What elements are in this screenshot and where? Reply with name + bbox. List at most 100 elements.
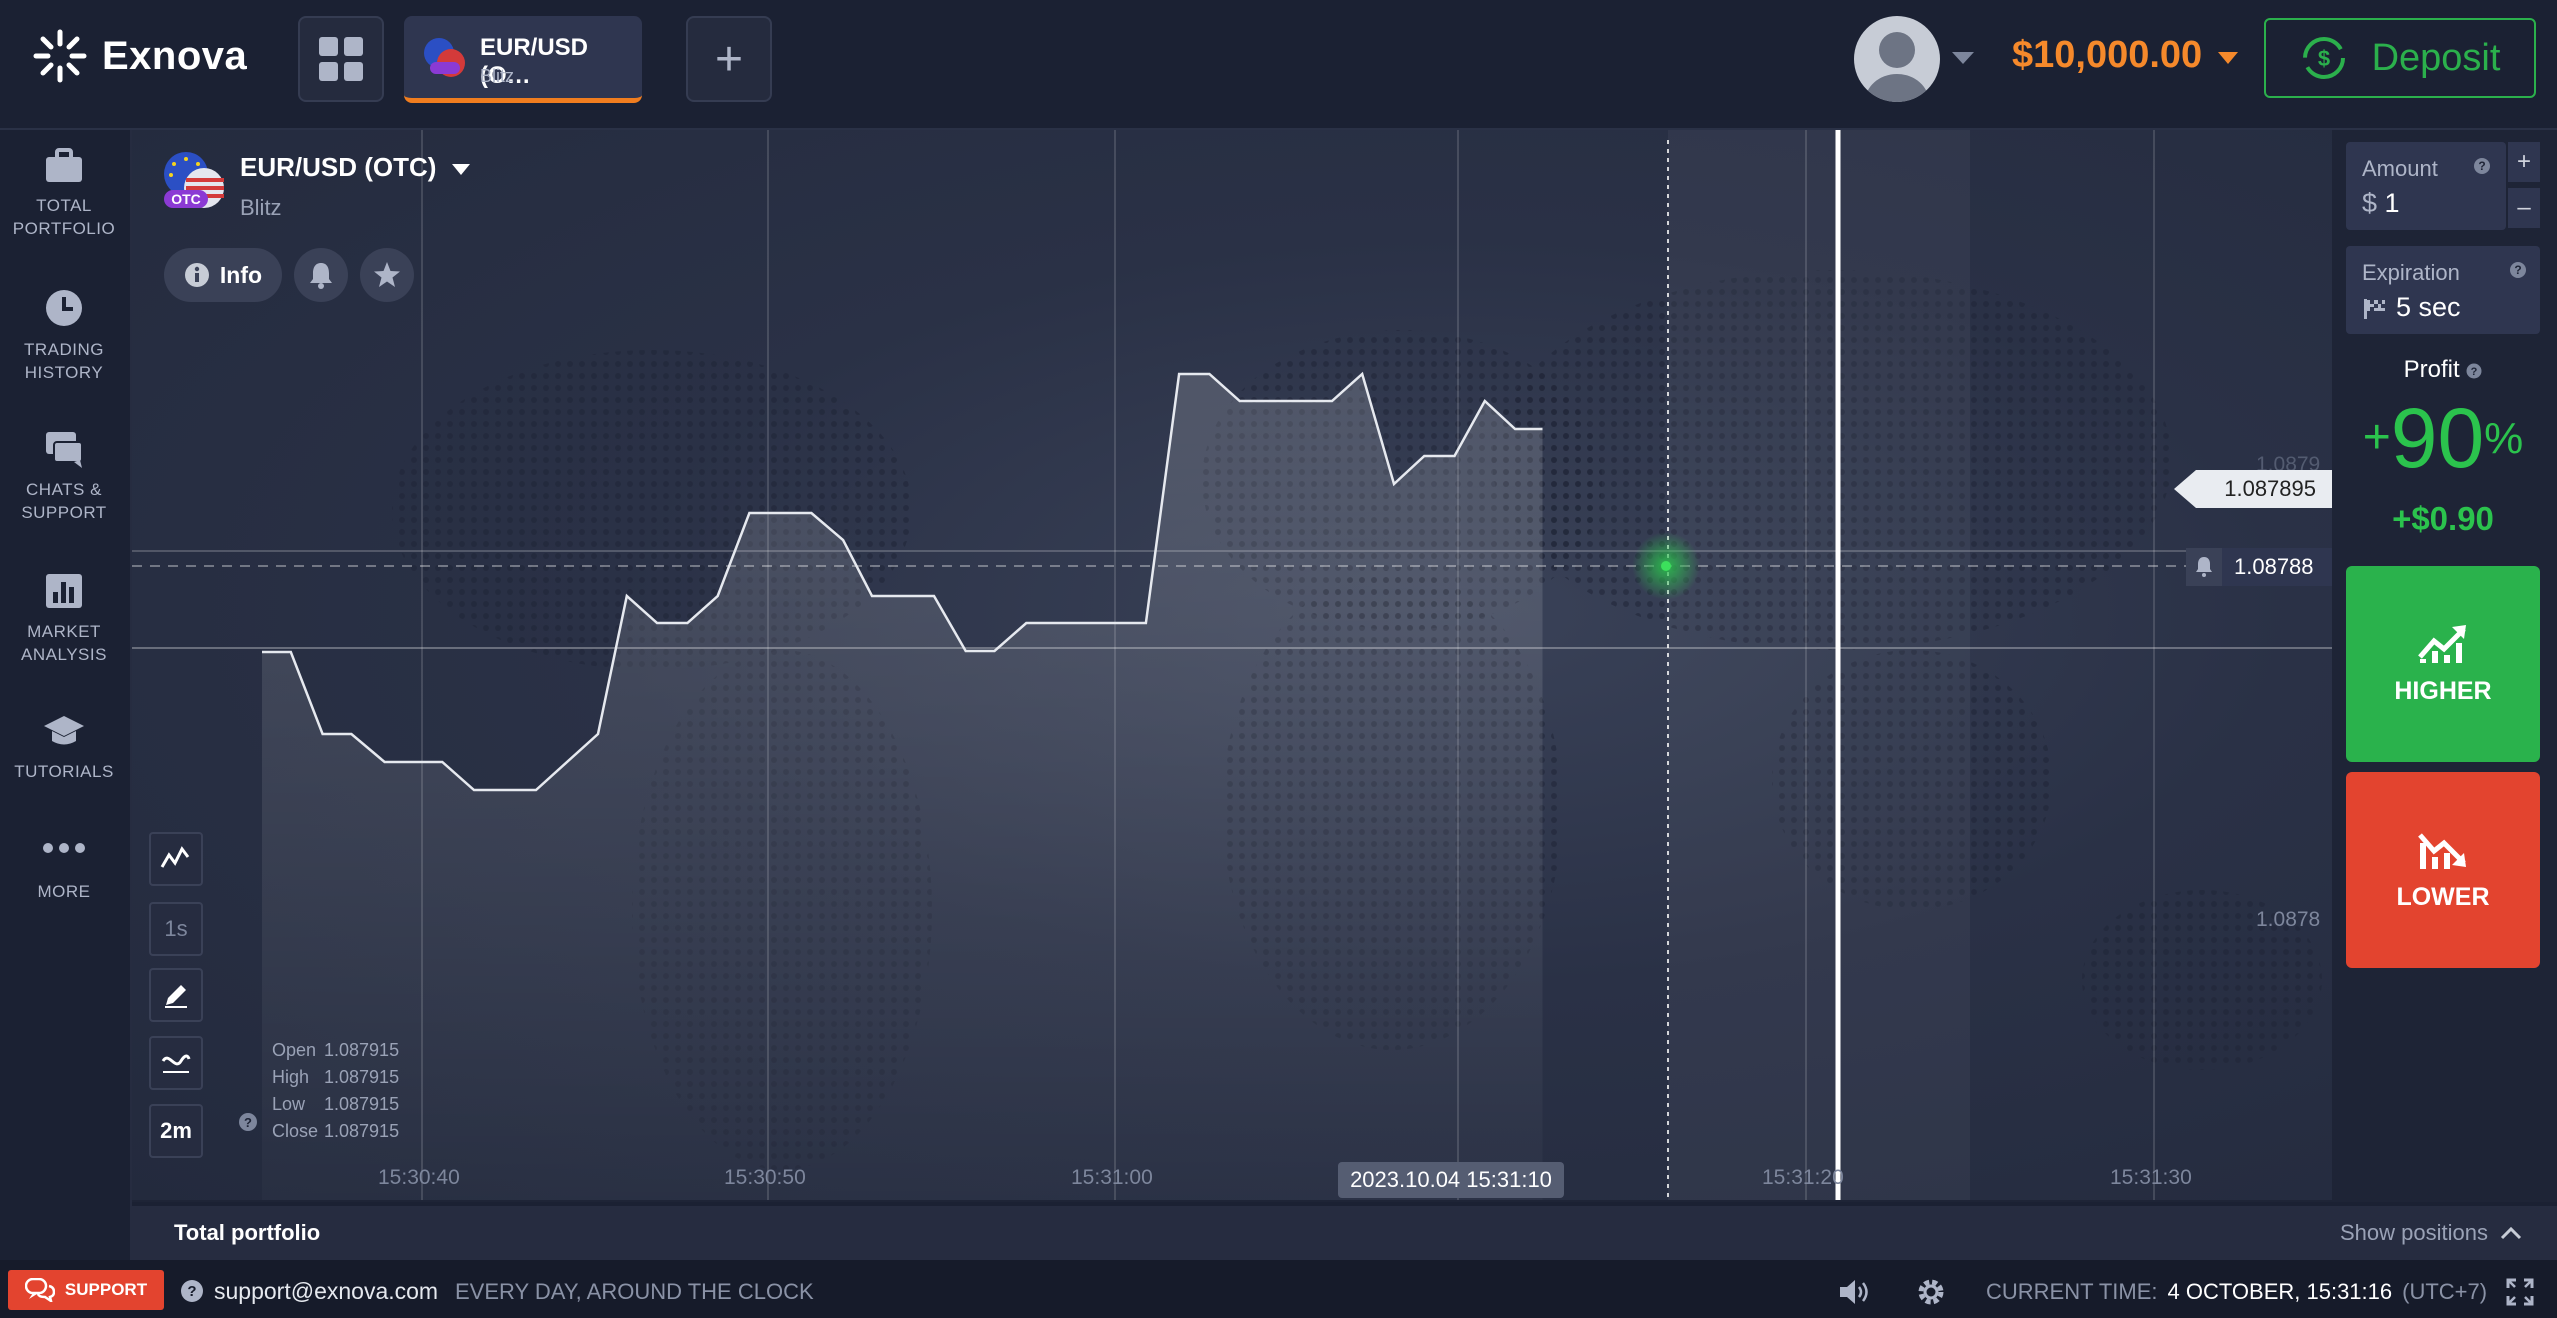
expiration-value: 5 sec (2396, 292, 2461, 322)
sound-icon[interactable] (1838, 1278, 1872, 1306)
period-button[interactable]: 2m (149, 1104, 203, 1158)
sidebar-item-chats-support[interactable]: CHATS & SUPPORT (0, 430, 128, 524)
timezone: (UTC+7) (2402, 1279, 2488, 1304)
svg-text:?: ? (2471, 366, 2478, 378)
support-email[interactable]: support@exnova.com (214, 1278, 438, 1305)
star-icon (374, 262, 400, 287)
sidebar-item-market-analysis[interactable]: MARKET ANALYSIS (0, 572, 128, 666)
profit-percent: +90% (2346, 390, 2540, 487)
profit-amount: +$0.90 (2392, 500, 2494, 537)
account-balance[interactable]: $10,000.00 (2012, 34, 2202, 77)
line-chart-type-icon (160, 846, 190, 868)
lower-label: LOWER (2396, 882, 2490, 911)
amount-label: Amount (2362, 156, 2438, 181)
balance-chevron-down-icon[interactable] (2218, 52, 2238, 65)
amount-increase-button[interactable]: + (2508, 142, 2540, 182)
user-avatar[interactable] (1854, 16, 1940, 102)
asset-flag-icon[interactable]: OTC (162, 150, 224, 217)
brand-logo[interactable]: Exnova (32, 28, 247, 84)
portfolio-bar[interactable]: Total portfolio Show positions (132, 1202, 2557, 1262)
trend-down-icon (2418, 832, 2466, 869)
chart-type-button[interactable] (149, 832, 203, 886)
ohlc-open-value: 1.087915 (324, 1040, 400, 1060)
y-tick-label: 1.0878 (2256, 908, 2321, 931)
asset-selector[interactable]: EUR/USD (OTC) (240, 152, 470, 183)
sidebar-label-line1: MORE (37, 882, 91, 901)
higher-label: HIGHER (2394, 676, 2492, 705)
asset-chevron-down-icon (451, 164, 470, 175)
fullscreen-icon[interactable] (2506, 1278, 2534, 1306)
price-chart[interactable] (132, 130, 2332, 1200)
more-dots-icon (43, 843, 85, 853)
timeframe-button[interactable]: 1s (149, 902, 203, 956)
eur-usd-flag-icon (424, 38, 465, 77)
show-positions-label: Show positions (2340, 1220, 2488, 1245)
sidebar-label-line1: CHATS & (26, 480, 102, 499)
sidebar-item-total-portfolio[interactable]: TOTAL PORTFOLIO (0, 148, 128, 240)
crosshair-time-badge: 2023.10.04 15:31:10 (1338, 1162, 1564, 1198)
amount-help-icon[interactable]: ? (2474, 158, 2490, 174)
higher-button[interactable]: HIGHER (2346, 566, 2540, 762)
sidebar-item-trading-history[interactable]: TRADING HISTORY (0, 288, 128, 384)
expiration-label: Expiration (2362, 260, 2460, 285)
current-time: CURRENT TIME: 4 OCTOBER, 15:31:16 (UTC+7… (1986, 1279, 2487, 1305)
assets-grid-button[interactable] (298, 16, 384, 102)
amount-field[interactable]: Amount ? $ 1 (2346, 142, 2506, 230)
support-hours: EVERY DAY, AROUND THE CLOCK (455, 1279, 814, 1304)
profile-chevron-down-icon[interactable] (1952, 52, 1974, 66)
otc-badge: OTC (171, 191, 201, 207)
sidebar-item-tutorials[interactable]: TUTORIALS (0, 714, 128, 783)
bell-icon (310, 263, 332, 289)
x-tick-label: 15:31:20 (1762, 1166, 1844, 1189)
asset-tab-active[interactable]: EUR/USD (O… Blitz (404, 16, 642, 103)
support-button[interactable]: SUPPORT (8, 1270, 164, 1310)
sidebar-label-line2: HISTORY (24, 363, 104, 382)
current-price-tag: 1.087895 (2174, 470, 2332, 508)
deposit-label: Deposit (2371, 36, 2501, 79)
current-time-label: CURRENT TIME: (1986, 1279, 2158, 1304)
clock-icon (46, 290, 82, 326)
price-alert-button[interactable] (294, 248, 348, 302)
svg-text:?: ? (187, 1283, 196, 1300)
deposit-button[interactable]: $ Deposit (2264, 18, 2536, 98)
info-button[interactable]: Info (164, 248, 282, 302)
amount-decrease-button[interactable]: – (2508, 188, 2540, 228)
profit-pct-value: 90 (2390, 391, 2485, 485)
alert-bell-icon (2186, 548, 2222, 586)
chat-bubbles-icon (24, 1278, 55, 1302)
ohlc-close-label: Close (272, 1121, 319, 1141)
favorite-button[interactable] (360, 248, 414, 302)
indicators-button[interactable] (149, 1036, 203, 1090)
balance-amount: $10,000.00 (2012, 34, 2203, 76)
sidebar-item-more[interactable]: MORE (0, 842, 128, 903)
amount-input[interactable]: $ 1 (2362, 188, 2400, 219)
settings-gear-icon[interactable] (1916, 1277, 1946, 1307)
indicator-wave-icon (161, 1054, 191, 1073)
x-tick-label: 15:30:40 (378, 1166, 460, 1189)
add-asset-tab-button[interactable]: + (686, 16, 772, 102)
show-positions-toggle[interactable]: Show positions (2340, 1220, 2522, 1246)
info-icon (184, 263, 209, 287)
profit-label: Profit ? (2346, 356, 2540, 384)
sidebar-label-line2: SUPPORT (21, 503, 107, 522)
ohlc-close-value: 1.087915 (324, 1121, 400, 1141)
asset-name: EUR/USD (OTC) (240, 152, 437, 182)
expiration-select[interactable]: 5 sec (2362, 292, 2461, 323)
drawing-tools-button[interactable] (149, 968, 203, 1022)
expiration-field[interactable]: Expiration ? 5 sec (2346, 246, 2540, 334)
pencil-icon (165, 985, 187, 1008)
chart-canvas[interactable] (132, 130, 2332, 1200)
profit-help-icon[interactable]: ? (2466, 363, 2482, 379)
expiration-help-icon[interactable]: ? (2510, 262, 2526, 278)
expiration-zone (1668, 130, 1970, 1200)
alert-price-tag[interactable]: 1.08788 (2186, 548, 2332, 586)
ohlc-help-icon[interactable]: ? (238, 1112, 258, 1132)
exnova-logo-icon (33, 29, 87, 83)
graduation-cap-icon (44, 716, 84, 745)
alert-price-value: 1.08788 (2234, 554, 2314, 579)
sidebar-label-line2: ANALYSIS (21, 645, 107, 664)
trend-up-icon (2418, 624, 2466, 663)
lower-button[interactable]: LOWER (2346, 772, 2540, 968)
sidebar-label-line2: PORTFOLIO (12, 219, 116, 238)
current-time-value: 4 OCTOBER, 15:31:16 (2167, 1279, 2393, 1304)
